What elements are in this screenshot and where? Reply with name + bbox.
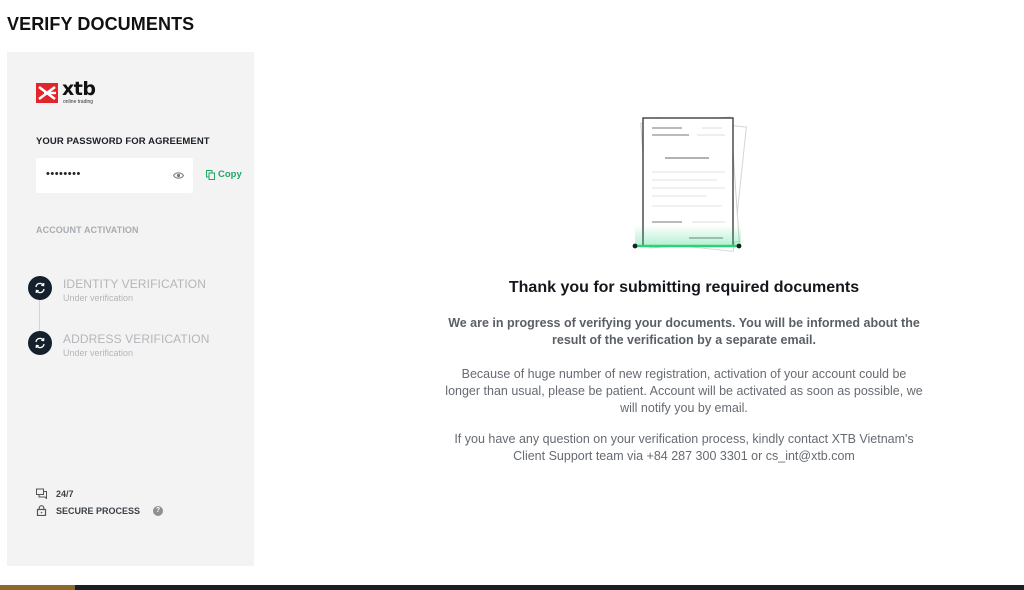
xtb-logo-mark-icon bbox=[36, 83, 58, 103]
confirmation-title: Thank you for submitting required docume… bbox=[508, 279, 860, 296]
feature-secure-process: SECURE PROCESS ? bbox=[36, 505, 164, 516]
account-activation-label: ACCOUNT ACTIVATION bbox=[36, 225, 139, 235]
eye-icon[interactable] bbox=[173, 171, 184, 180]
page: VERIFY DOCUMENTS xtb online trading YOUR… bbox=[0, 0, 1024, 590]
sidebar: xtb online trading YOUR PASSWORD FOR AGR… bbox=[7, 52, 254, 566]
page-title: VERIFY DOCUMENTS bbox=[7, 14, 195, 34]
chat-icon bbox=[36, 488, 47, 499]
step-title: IDENTITY VERIFICATION bbox=[63, 277, 207, 291]
help-icon[interactable]: ? bbox=[153, 505, 164, 516]
taskbar bbox=[0, 585, 1024, 590]
feature-label: SECURE PROCESS bbox=[56, 505, 141, 516]
password-value: •••••••• bbox=[46, 168, 81, 180]
step-address-verification: ADDRESS VERIFICATION Under verification bbox=[28, 331, 258, 365]
xtb-logo: xtb online trading bbox=[36, 78, 106, 107]
copy-icon bbox=[206, 169, 215, 180]
document-illustration bbox=[632, 116, 747, 252]
step-identity-verification: IDENTITY VERIFICATION Under verification bbox=[28, 276, 258, 310]
password-label: YOUR PASSWORD FOR AGREEMENT bbox=[36, 136, 210, 147]
logo-tagline: online trading bbox=[63, 99, 94, 105]
refresh-icon bbox=[28, 276, 52, 300]
registration-delay-text: Because of huge number of new registrati… bbox=[445, 367, 923, 415]
step-status: Under verification bbox=[63, 348, 134, 358]
logo-word: xtb bbox=[62, 78, 96, 100]
lock-icon bbox=[36, 505, 47, 516]
support-contact-text: If you have any question on your verific… bbox=[454, 432, 914, 463]
password-field[interactable]: •••••••• bbox=[36, 158, 193, 193]
feature-label: 24/7 bbox=[56, 488, 74, 499]
refresh-icon bbox=[28, 331, 52, 355]
copy-label: Copy bbox=[218, 169, 242, 180]
step-status: Under verification bbox=[63, 293, 134, 303]
step-title: ADDRESS VERIFICATION bbox=[63, 332, 210, 346]
verification-progress-text: We are in progress of verifying your doc… bbox=[448, 316, 920, 347]
copy-password-button[interactable]: Copy bbox=[206, 169, 242, 180]
taskbar-accent bbox=[0, 585, 75, 590]
feature-24-7: 24/7 bbox=[36, 488, 74, 499]
